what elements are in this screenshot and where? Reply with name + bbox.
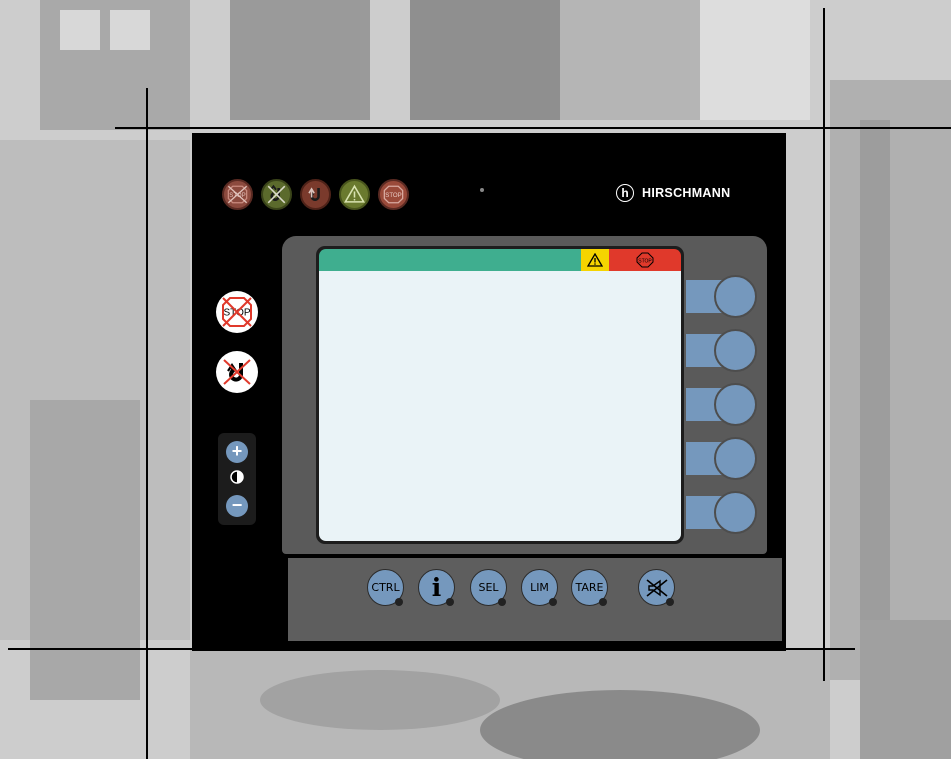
contrast-plus-button[interactable]: + (226, 441, 248, 463)
stop-override-button[interactable]: STOP (216, 291, 258, 333)
sel-button-label: SEL (478, 581, 499, 594)
crossed-hoist-hook-icon (223, 359, 251, 385)
stop-indicator-label: STOP (229, 192, 245, 199)
status-bar: STOP (319, 249, 681, 271)
info-icon: i (431, 573, 442, 602)
hoist-cutoff-indicator (261, 179, 292, 210)
lim-button-label: LIM (530, 581, 549, 594)
hoist-indicator (300, 179, 331, 210)
status-warning-segment (581, 249, 609, 271)
stop-indicator: STOP (222, 179, 253, 210)
contrast-control: + − (218, 433, 256, 525)
sel-button[interactable]: SEL (470, 569, 507, 606)
softkey-1[interactable] (686, 275, 757, 318)
status-stop-segment: STOP (609, 249, 681, 271)
warning-triangle-icon (587, 253, 603, 267)
hoist-hook-icon (308, 187, 320, 201)
brand: h HIRSCHMANN (616, 184, 730, 202)
ctrl-button[interactable]: CTRL (367, 569, 404, 606)
frame-line-left (146, 88, 148, 759)
lmi-console: STOP STOP h HIRSCHMANN + − STOP CTRL i S… (192, 133, 786, 651)
contrast-icon (230, 470, 244, 484)
lim-button[interactable]: LIM (521, 569, 558, 606)
stop-lamp-label: STOP (385, 192, 401, 199)
contrast-minus-button[interactable]: − (226, 495, 248, 517)
info-button[interactable]: i (418, 569, 455, 606)
softkey-4[interactable] (686, 437, 757, 480)
tare-button[interactable]: TARE (571, 569, 608, 606)
muted-horn-icon (646, 578, 667, 597)
display-area (319, 271, 681, 541)
ctrl-button-label: CTRL (371, 581, 400, 594)
hirschmann-logo-icon: h (616, 184, 634, 202)
frame-line-top (115, 127, 951, 129)
lcd-screen: STOP (316, 246, 684, 544)
warning-indicator (339, 179, 370, 210)
softkey-2[interactable] (686, 329, 757, 372)
crossed-stop-sign-icon: STOP (222, 297, 252, 327)
warning-triangle-icon (343, 184, 366, 203)
status-ok-segment (319, 249, 581, 271)
alarm-mute-button[interactable] (638, 569, 675, 606)
hoist-override-button[interactable] (216, 351, 258, 393)
status-stop-label: STOP (638, 259, 652, 265)
softkey-5[interactable] (686, 491, 757, 534)
frame-line-right (823, 8, 825, 681)
stop-sign-icon: STOP (383, 185, 404, 204)
crossed-hoist-hook-icon (267, 184, 286, 204)
crossed-stop-sign-icon: STOP (227, 185, 248, 204)
tare-button-label: TARE (575, 581, 604, 594)
brand-name: HIRSCHMANN (642, 186, 731, 200)
stop-sign-icon: STOP (636, 252, 654, 268)
softkey-3[interactable] (686, 383, 757, 426)
stop-lamp-indicator: STOP (378, 179, 409, 210)
status-led (480, 188, 484, 192)
